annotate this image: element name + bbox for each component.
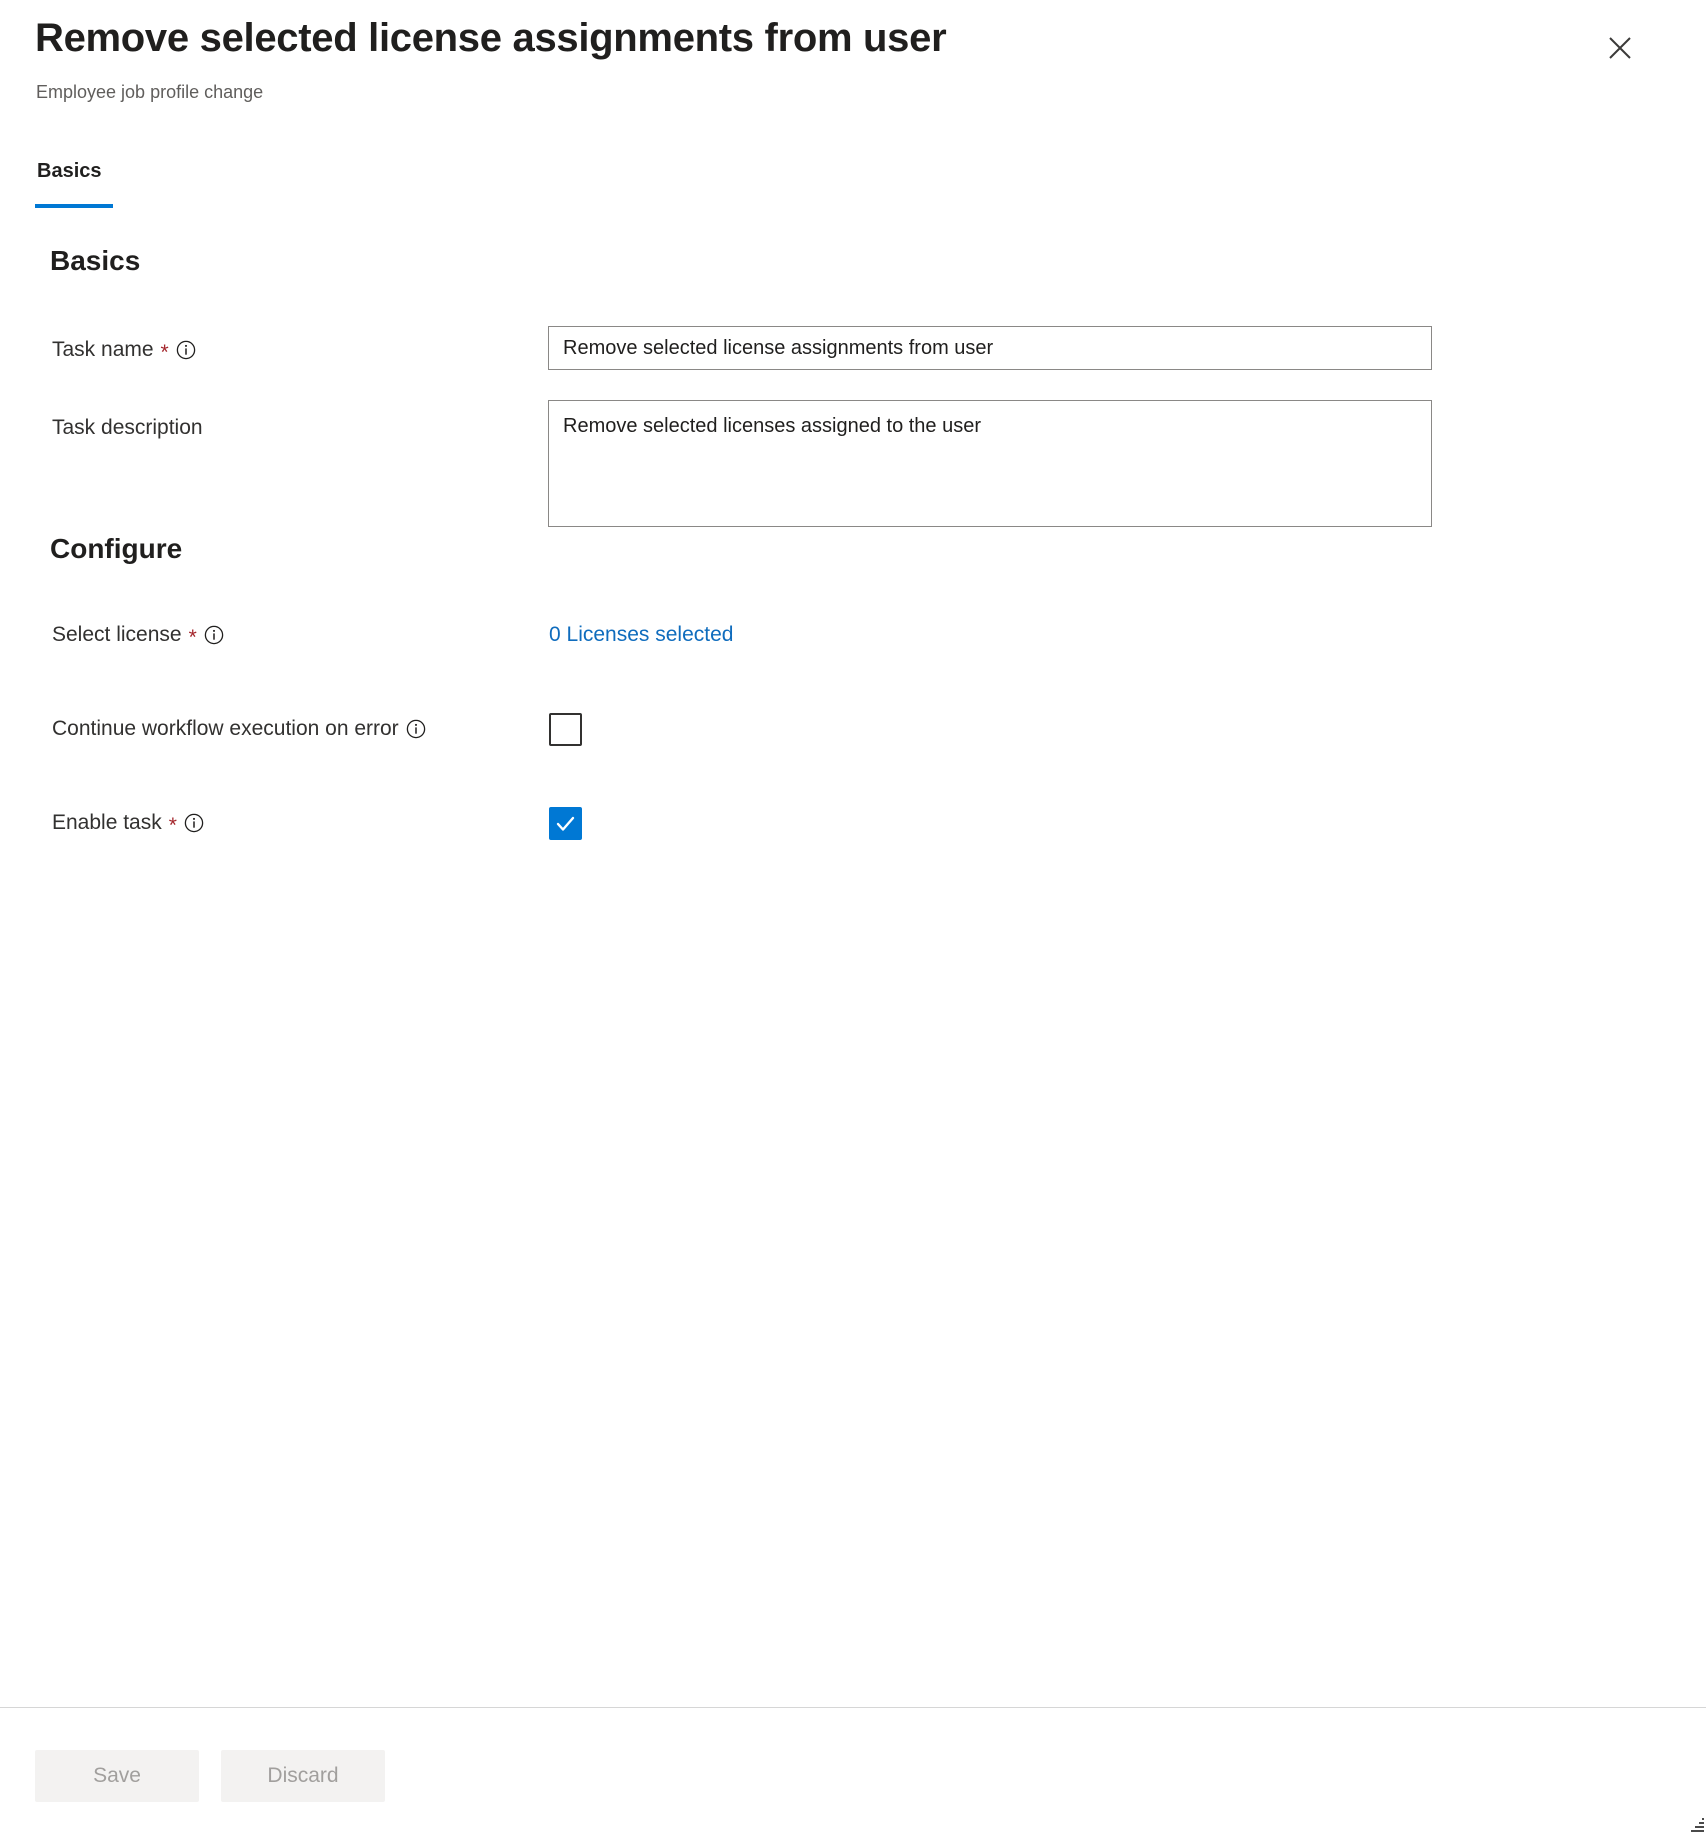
info-icon[interactable] xyxy=(406,719,426,739)
section-heading-configure: Configure xyxy=(50,533,183,564)
label-continue-on-error-text: Continue workflow execution on error xyxy=(52,717,399,740)
section-heading-basics: Basics xyxy=(50,245,141,276)
label-select-license: Select license * xyxy=(52,623,224,649)
page-title: Remove selected license assignments from… xyxy=(35,16,947,60)
label-select-license-text: Select license xyxy=(52,623,182,646)
info-icon[interactable] xyxy=(204,625,224,645)
close-icon xyxy=(1607,35,1633,61)
label-continue-on-error: Continue workflow execution on error xyxy=(52,717,426,741)
resize-grip[interactable] xyxy=(1690,1818,1704,1832)
required-indicator: * xyxy=(160,340,169,364)
task-description-textarea[interactable] xyxy=(548,400,1432,527)
checkmark-icon xyxy=(556,816,575,831)
footer-actions: Save Discard xyxy=(35,1750,385,1802)
required-indicator: * xyxy=(188,625,197,649)
licenses-selected-link[interactable]: 0 Licenses selected xyxy=(549,623,733,647)
discard-button[interactable]: Discard xyxy=(221,1750,385,1802)
label-task-name-text: Task name xyxy=(52,338,154,361)
tab-strip: Basics xyxy=(0,160,1706,210)
info-icon[interactable] xyxy=(176,340,196,360)
continue-on-error-checkbox[interactable] xyxy=(549,713,582,746)
page-subtitle: Employee job profile change xyxy=(36,82,264,102)
label-task-name: Task name * xyxy=(52,338,196,364)
label-task-description: Task description xyxy=(52,416,203,440)
task-name-input[interactable] xyxy=(548,326,1432,370)
save-button[interactable]: Save xyxy=(35,1750,199,1802)
label-enable-task: Enable task * xyxy=(52,811,204,837)
label-task-description-text: Task description xyxy=(52,416,203,439)
panel-header: Remove selected license assignments from… xyxy=(0,0,1706,128)
tab-selected-indicator xyxy=(35,204,113,208)
info-icon[interactable] xyxy=(184,813,204,833)
required-indicator: * xyxy=(168,813,177,837)
close-button[interactable] xyxy=(1596,24,1644,72)
enable-task-checkbox[interactable] xyxy=(549,807,582,840)
tab-basics[interactable]: Basics xyxy=(35,160,104,210)
footer-divider xyxy=(0,1707,1706,1708)
label-enable-task-text: Enable task xyxy=(52,811,162,834)
